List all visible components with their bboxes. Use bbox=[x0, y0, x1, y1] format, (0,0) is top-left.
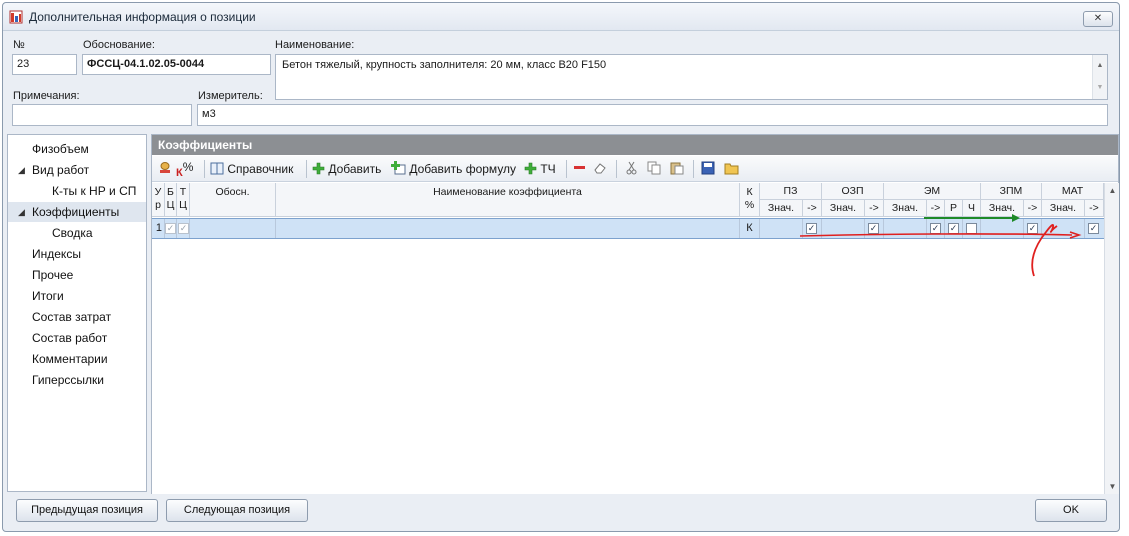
green-annotation-arrow bbox=[924, 214, 1020, 222]
red-annotation-mark bbox=[1031, 224, 1058, 277]
red-annotation-arrow bbox=[799, 231, 1082, 239]
annotation-overlay bbox=[799, 214, 1082, 277]
